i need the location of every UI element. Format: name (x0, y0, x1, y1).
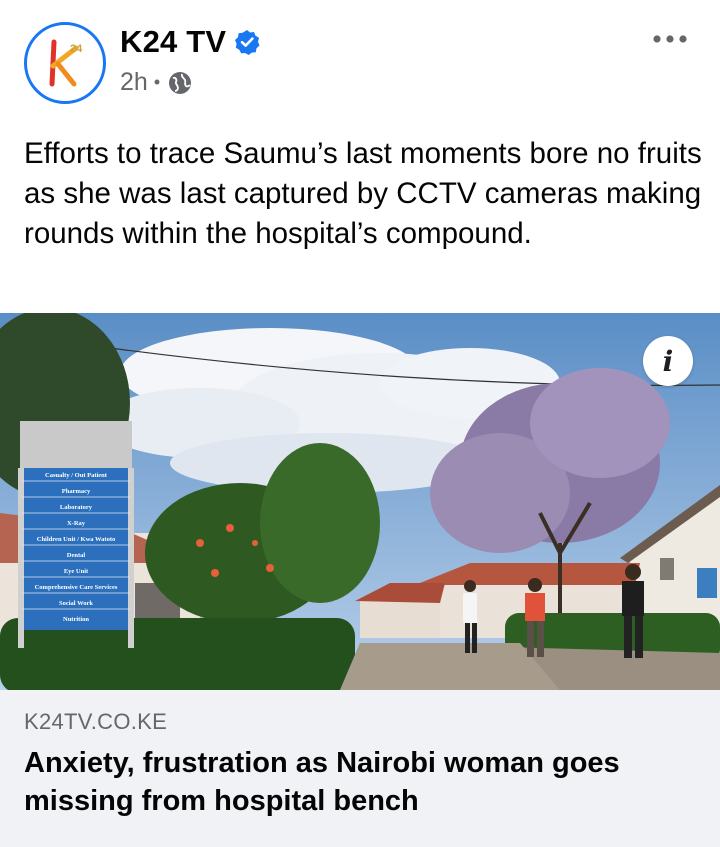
sign-line: X-Ray (67, 520, 86, 527)
post-header: 24 K24 TV 2h • (0, 0, 720, 120)
sign-line: Comprehensive Care Services (35, 584, 118, 591)
post-photo[interactable]: Casualty / Out Patient Pharmacy Laborato… (0, 313, 720, 690)
sign-line: Children Unit / Kwa Watoto (37, 536, 116, 543)
link-domain: K24TV.CO.KE (24, 709, 168, 734)
link-preview-card[interactable]: K24TV.CO.KE Anxiety, frustration as Nair… (0, 690, 720, 847)
info-icon[interactable]: i (643, 336, 693, 386)
page-name-row: K24 TV (120, 24, 260, 60)
sign-line: Casualty / Out Patient (45, 472, 108, 479)
page-name[interactable]: K24 TV (120, 24, 226, 60)
sign-line: Eye Unit (64, 568, 89, 575)
more-options-button[interactable] (650, 26, 690, 52)
sign-line: Dental (67, 552, 86, 559)
hospital-scene-image: Casualty / Out Patient Pharmacy Laborato… (0, 313, 720, 690)
globe-icon (169, 71, 192, 94)
sign-line: Social Work (59, 600, 93, 607)
verified-badge-icon (235, 30, 260, 55)
more-options-icon (653, 35, 687, 43)
post-body-text: Efforts to trace Saumu’s last moments bo… (24, 137, 702, 250)
sign-line: Nutrition (63, 616, 89, 623)
logo-text: 24 (70, 43, 83, 55)
post-time[interactable]: 2h (120, 68, 148, 97)
k24-logo-icon: 24 (49, 39, 83, 87)
sign-line: Pharmacy (62, 488, 91, 495)
page-avatar[interactable]: 24 (24, 22, 106, 104)
meta-separator: • (153, 72, 161, 92)
sign-line: Laboratory (60, 504, 93, 511)
link-title[interactable]: Anxiety, frustration as Nairobi woman go… (24, 744, 694, 820)
post-meta: 2h • (120, 68, 192, 97)
